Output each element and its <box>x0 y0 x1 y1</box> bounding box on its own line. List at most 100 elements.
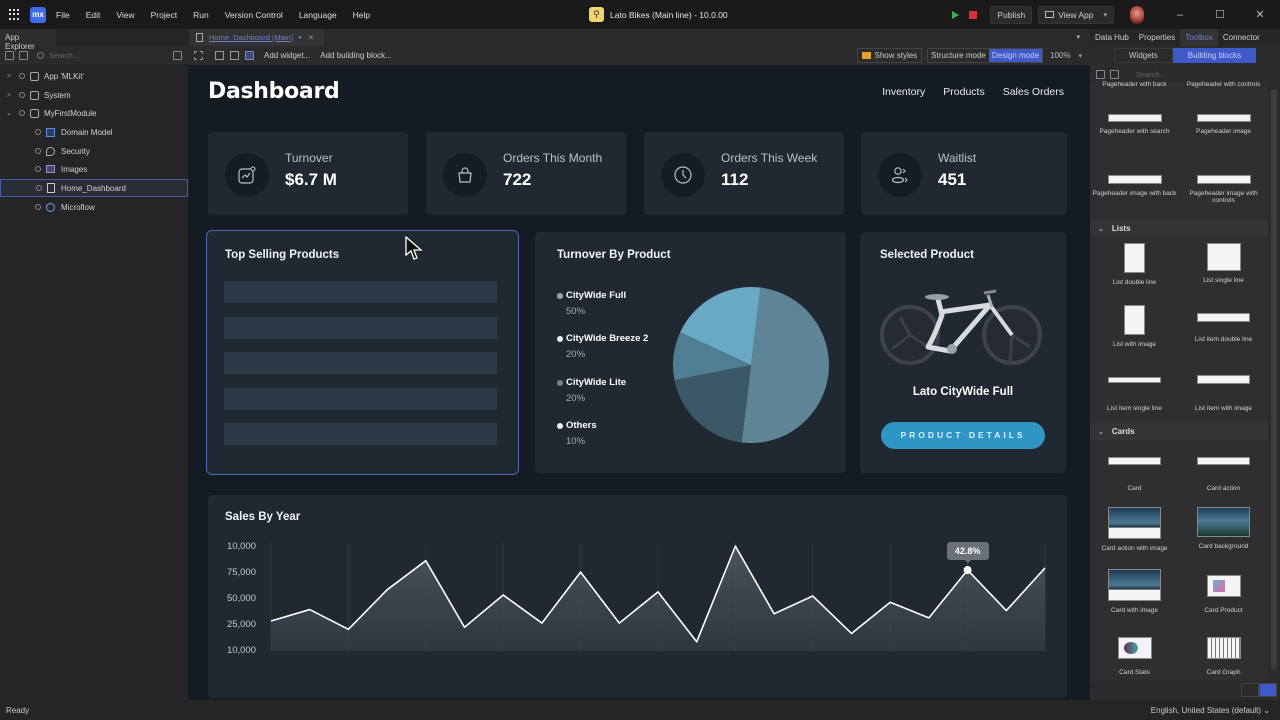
app-launcher-icon[interactable] <box>9 8 21 21</box>
building-block-item[interactable]: List double line <box>1090 243 1179 286</box>
building-block-item[interactable]: List with image <box>1090 305 1179 348</box>
chevron-down-icon[interactable]: ⌄ <box>4 109 14 117</box>
minimize-button[interactable]: – <box>1160 9 1200 21</box>
select-tool-icon[interactable] <box>194 51 203 60</box>
tree-item-app-mlkit[interactable]: > App 'MLKit' <box>0 67 188 85</box>
tab-widgets[interactable]: Widgets <box>1113 48 1173 63</box>
structure-mode-button[interactable]: Structure mode <box>928 49 989 62</box>
building-block-item[interactable]: Card Product <box>1179 575 1268 614</box>
stop-button[interactable] <box>966 8 980 22</box>
stat-card-turnover[interactable]: Turnover $6.7 M <box>208 132 408 215</box>
publish-button[interactable]: Publish <box>990 5 1033 24</box>
building-block-item[interactable]: Pageheader with back <box>1090 81 1179 88</box>
tree-item-microflow[interactable]: Microflow <box>0 198 188 216</box>
stat-card-orders-week[interactable]: Orders This Week 112 <box>644 132 844 215</box>
zoom-level[interactable]: 100% <box>1050 51 1070 60</box>
tree-item-domain-model[interactable]: Domain Model <box>0 123 188 141</box>
tree-item-images[interactable]: Images <box>0 160 188 178</box>
building-block-item[interactable]: Card <box>1090 457 1179 492</box>
tree-item-security[interactable]: Security <box>0 142 188 160</box>
module-icon <box>30 108 39 118</box>
tab-properties[interactable]: Properties <box>1134 29 1180 46</box>
chevron-right-icon[interactable]: > <box>4 73 14 80</box>
menu-edit[interactable]: Edit <box>86 10 101 20</box>
building-block-item[interactable]: Card action with image <box>1090 507 1179 552</box>
menu-help[interactable]: Help <box>353 10 370 20</box>
building-block-item[interactable]: List item single line <box>1090 377 1179 412</box>
tab-connector[interactable]: Connector <box>1218 29 1265 46</box>
building-block-item[interactable]: Card with image <box>1090 569 1179 614</box>
maximize-button[interactable]: ☐ <box>1200 8 1240 21</box>
tree-item-home-dashboard[interactable]: Home_Dashboard <box>0 179 188 197</box>
layout-grid-icon[interactable] <box>230 51 239 60</box>
top-navigation: Inventory Products Sales Orders <box>864 86 1064 98</box>
building-block-item[interactable]: Pageheader image <box>1179 114 1268 135</box>
explorer-search-input[interactable]: Search... <box>37 51 173 60</box>
building-block-item[interactable]: List single line <box>1179 243 1268 284</box>
app-explorer-tab[interactable]: App Explorer <box>0 29 56 51</box>
menu-version-control[interactable]: Version Control <box>225 10 283 20</box>
legend-dot <box>557 422 563 429</box>
toolbox-scrollbar[interactable] <box>1268 81 1280 681</box>
building-block-item[interactable]: Pageheader with search <box>1090 114 1179 135</box>
language-selector[interactable]: English, United States (default) ⌄ <box>1151 706 1270 715</box>
building-block-item[interactable]: Pageheader image with controls <box>1179 175 1268 204</box>
collapse-icon[interactable] <box>1096 69 1105 79</box>
add-building-block-button[interactable]: Add building block... <box>320 51 392 60</box>
building-block-item[interactable]: List item double line <box>1179 313 1268 343</box>
user-avatar[interactable] <box>1130 5 1144 24</box>
tree-item-system[interactable]: > System <box>0 86 188 104</box>
tab-home-dashboard[interactable]: Home_Dashboard (Main) ● ✕ <box>190 29 324 46</box>
view-app-label: View App <box>1058 9 1094 20</box>
run-button[interactable] <box>948 8 962 22</box>
close-button[interactable]: ✕ <box>1240 8 1280 21</box>
building-block-item[interactable]: Card action <box>1179 457 1268 492</box>
building-block-item[interactable]: Card Stats <box>1090 637 1179 676</box>
building-block-item[interactable]: Card background <box>1179 507 1268 550</box>
building-block-item[interactable]: Pageheader with controls <box>1179 81 1268 88</box>
building-block-item[interactable]: List item with image <box>1179 375 1268 412</box>
stat-value: 722 <box>503 170 532 189</box>
tab-list-dropdown[interactable]: ▾ <box>1076 33 1080 41</box>
menu-view[interactable]: View <box>116 10 134 20</box>
chevron-down-icon[interactable]: ▾ <box>1103 11 1107 19</box>
stop-icon <box>969 10 978 19</box>
zoom-dropdown-icon[interactable]: ▾ <box>1078 52 1082 60</box>
page-title: Dashboard <box>208 79 340 104</box>
filter-icon[interactable] <box>173 50 182 60</box>
stat-card-orders-month[interactable]: Orders This Month 722 <box>426 132 626 215</box>
toolbox-search-input[interactable]: Search... <box>1090 67 1280 81</box>
nav-sales-orders[interactable]: Sales Orders <box>1003 86 1064 98</box>
highlighted-data-point[interactable] <box>963 566 972 575</box>
menu-run[interactable]: Run <box>193 10 209 20</box>
show-styles-toggle[interactable]: Show styles <box>857 48 923 63</box>
close-tab-icon[interactable]: ✕ <box>308 33 314 42</box>
design-mode-button[interactable]: Design mode <box>988 49 1043 62</box>
tab-data-hub[interactable]: Data Hub <box>1090 29 1134 46</box>
grid-view-button[interactable] <box>1241 683 1259 697</box>
tab-toolbox[interactable]: Toolbox <box>1180 29 1218 46</box>
menu-language[interactable]: Language <box>299 10 337 20</box>
menu-project[interactable]: Project <box>151 10 177 20</box>
nav-products[interactable]: Products <box>943 86 984 98</box>
building-block-item[interactable]: Pageheader image with back <box>1090 175 1179 197</box>
expand-all-icon[interactable] <box>19 50 28 60</box>
building-block-item[interactable]: Card Graph <box>1179 637 1268 676</box>
nav-inventory[interactable]: Inventory <box>882 86 925 98</box>
expand-icon[interactable] <box>1110 69 1119 79</box>
chevron-right-icon[interactable]: > <box>4 92 14 99</box>
add-widget-button[interactable]: Add widget... <box>264 51 310 60</box>
product-details-button[interactable]: PRODUCT DETAILS <box>881 422 1045 449</box>
layout-icon[interactable] <box>215 51 224 60</box>
menu-file[interactable]: File <box>56 10 70 20</box>
view-app-button[interactable]: View App ▾ <box>1038 5 1114 24</box>
section-lists[interactable]: ⌄ Lists <box>1090 220 1268 237</box>
stat-card-waitlist[interactable]: Waitlist 451 <box>861 132 1067 215</box>
tab-building-blocks[interactable]: Building blocks <box>1172 48 1257 63</box>
collapse-all-icon[interactable] <box>5 50 14 60</box>
list-view-button[interactable] <box>1259 683 1277 697</box>
section-cards[interactable]: ⌄ Cards <box>1090 423 1268 440</box>
layout-page-icon[interactable] <box>245 51 254 60</box>
top-selling-products-card[interactable]: Top Selling Products <box>206 230 519 475</box>
tree-item-myfirstmodule[interactable]: ⌄ MyFirstModule <box>0 104 188 122</box>
